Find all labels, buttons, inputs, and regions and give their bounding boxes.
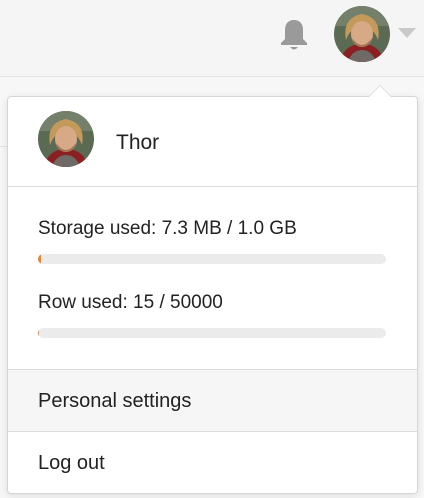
bell-icon[interactable]: [279, 18, 309, 52]
storage-used-label: Storage used: 7.3 MB / 1.0 GB: [38, 218, 297, 239]
personal-settings-label: Personal settings: [38, 390, 192, 412]
personal-settings-item[interactable]: Personal settings: [8, 370, 417, 432]
user-info: Thor: [8, 97, 417, 187]
rows-progress-bar: [38, 328, 386, 338]
top-navbar: [0, 0, 424, 77]
log-out-item[interactable]: Log out: [8, 432, 417, 493]
usage-section: Storage used: 7.3 MB / 1.0 GB Row used: …: [8, 187, 417, 370]
storage-progress-bar: [38, 254, 386, 264]
log-out-label: Log out: [38, 452, 105, 474]
storage-progress-fill: [38, 254, 42, 264]
username: Thor: [116, 131, 160, 154]
dropdown-pointer-inner: [369, 86, 391, 97]
chevron-down-icon[interactable]: [398, 28, 416, 38]
avatar: [38, 111, 94, 167]
avatar[interactable]: [334, 6, 390, 62]
user-dropdown-menu: Thor Storage used: 7.3 MB / 1.0 GB Row u…: [7, 85, 418, 494]
rows-used-label: Row used: 15 / 50000: [38, 292, 223, 313]
